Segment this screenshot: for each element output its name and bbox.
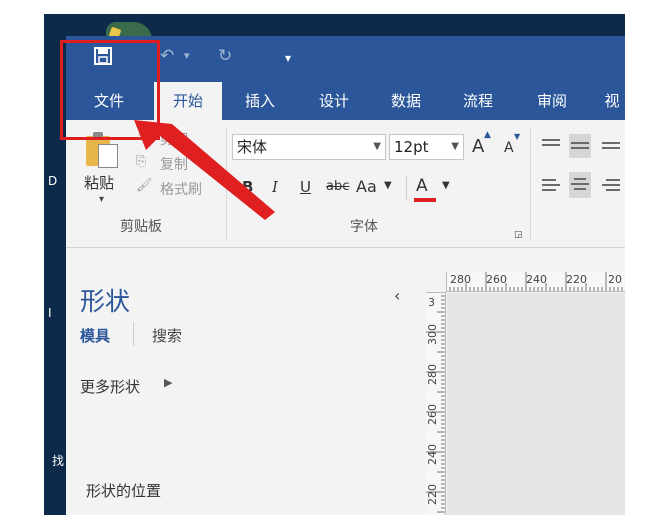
tab-view[interactable]: 视 [592,82,625,120]
font-size-select[interactable]: 12pt ▼ [389,134,464,160]
desktop-label: I [48,306,52,320]
italic-button[interactable]: I [272,178,278,196]
format-painter-button[interactable]: 格式刷 [160,179,202,199]
redo-icon[interactable]: ↻ [218,46,232,66]
tab-home[interactable]: 开始 [154,82,222,120]
align-left-icon[interactable] [540,176,562,194]
desktop-label: 找 [52,454,65,468]
undo-icon[interactable]: ↶ [160,46,174,66]
group-separator [226,128,227,240]
format-painter-icon: 🖌 [136,178,153,193]
ruler-label: 240 [526,273,547,286]
font-size-value: 12pt [394,138,429,156]
dialog-launcher-icon[interactable]: ◲ [514,230,523,240]
more-shapes-button[interactable]: 更多形状 [80,376,140,397]
paste-dropdown-icon[interactable]: ▾ [99,194,104,205]
vertical-ruler: 3 300 280 260 240 220 [426,292,446,515]
chevron-down-icon: ▼ [451,141,459,152]
annotation-highlight-box [60,40,160,140]
shrink-arrow-icon: ▼ [514,132,521,141]
shapes-pane: 形状 ‹ 模具 搜索 更多形状 ▶ 形状的位置 [66,248,420,515]
cut-button[interactable]: 剪切 [160,129,188,149]
grow-arrow-icon: ▲ [484,130,491,140]
desktop-label: D [48,174,58,188]
strikethrough-button[interactable]: abc [326,179,349,194]
tab-process[interactable]: 流程 [444,82,512,120]
ruler-label: 300 [426,324,439,345]
tab-data[interactable]: 数据 [372,82,440,120]
align-bottom-icon[interactable] [600,136,622,154]
copy-button[interactable]: 复制 [160,154,188,174]
chevron-down-icon: ▼ [373,141,381,152]
pane-tab-divider [133,322,134,346]
tab-search[interactable]: 搜索 [152,325,182,346]
horizontal-ruler: 280 260 240 220 20 [446,272,625,292]
screenshot-stage: D I 找 ↶ ▾ ↻ ▾ 文件 开始 插入 设计 数据 流程 审阅 视 粘贴 … [0,0,660,525]
ruler-label: 260 [486,273,507,286]
ruler-label: 220 [566,273,587,286]
paste-button[interactable]: 粘贴 [84,172,114,193]
drawing-canvas[interactable] [447,293,625,515]
align-center-icon[interactable] [569,172,591,198]
change-case-button[interactable]: Aa [356,177,377,196]
undo-dropdown-icon[interactable]: ▾ [184,46,190,66]
tab-design[interactable]: 设计 [300,82,368,120]
align-right-icon[interactable] [600,176,622,194]
chevron-down-icon[interactable]: ▼ [442,180,450,191]
pane-title: 形状 [80,287,131,316]
shrink-font-button[interactable]: A [504,140,514,156]
bold-button[interactable]: B [242,178,253,196]
ruler-label: 260 [426,404,439,425]
ruler-label: 3 [428,296,435,309]
clipboard-paper [98,144,118,168]
align-middle-icon[interactable] [569,134,591,158]
underline-button[interactable]: U [300,178,311,196]
chevron-left-icon[interactable]: ‹ [394,286,400,305]
font-group-label: 字体 [350,219,378,235]
group-separator [530,128,531,240]
shape-position-heading: 形状的位置 [86,482,162,500]
font-family-value: 宋体 [237,138,268,156]
format-separator [406,176,407,200]
ruler-label: 240 [426,444,439,465]
font-color-swatch [414,198,436,202]
chevron-down-icon[interactable]: ▼ [384,180,392,191]
font-family-select[interactable]: 宋体 ▼ [232,134,386,160]
tab-stencils[interactable]: 模具 [80,325,110,346]
customize-toolbar-icon[interactable]: ▾ [285,48,291,68]
tab-insert[interactable]: 插入 [226,82,294,120]
copy-icon: ⎘ [136,154,147,169]
ruler-label: 220 [426,484,439,505]
ruler-label: 20 [608,273,622,286]
tab-review[interactable]: 审阅 [518,82,586,120]
ruler-label: 280 [426,364,439,385]
clipboard-group-label: 剪贴板 [120,219,162,235]
grow-font-button[interactable]: A [472,136,484,157]
chevron-right-icon[interactable]: ▶ [164,376,172,389]
align-top-icon[interactable] [540,136,562,154]
ruler-label: 280 [450,273,471,286]
font-color-button[interactable]: A [416,176,428,196]
